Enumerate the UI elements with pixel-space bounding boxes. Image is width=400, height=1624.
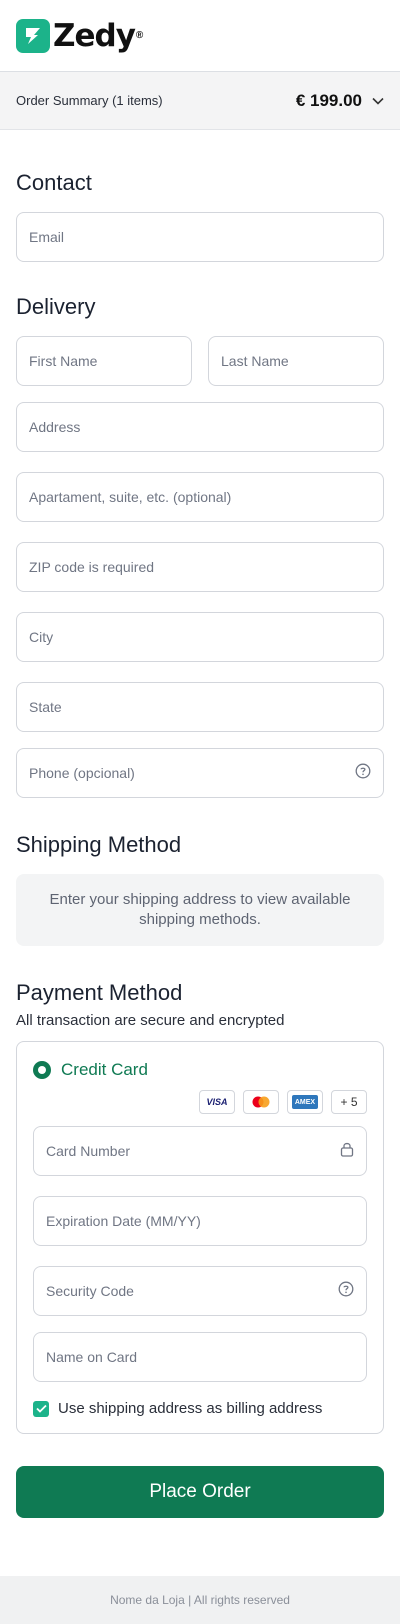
last-name-field[interactable]: Last Name: [208, 336, 384, 386]
billing-same-label: Use shipping address as billing address: [58, 1400, 323, 1417]
payment-security-note: All transaction are secure and encrypted: [16, 1012, 285, 1029]
security-code-placeholder: Security Code: [46, 1283, 134, 1299]
city-placeholder: City: [29, 629, 54, 645]
mastercard-icon: [243, 1090, 279, 1114]
email-placeholder: Email: [29, 229, 65, 245]
email-field[interactable]: Email: [16, 212, 384, 262]
checkout-form: Contact Email Delivery First Name Last N…: [0, 170, 400, 1518]
contact-title: Contact: [16, 170, 92, 195]
brand-name: Zedy: [53, 17, 136, 54]
more-brands-badge: + 5: [331, 1090, 367, 1114]
chevron-down-icon[interactable]: [372, 92, 384, 110]
zip-placeholder: ZIP code is required: [29, 559, 155, 575]
delivery-title: Delivery: [16, 294, 96, 319]
credit-card-option[interactable]: Credit Card: [33, 1060, 367, 1080]
amex-icon: AMEX: [287, 1090, 323, 1114]
card-number-placeholder: Card Number: [46, 1143, 131, 1159]
help-circle-icon[interactable]: [338, 1281, 354, 1302]
state-field[interactable]: State: [16, 682, 384, 732]
registered-mark: ®: [135, 29, 144, 41]
zedy-logo-icon: [16, 18, 50, 53]
first-name-field[interactable]: First Name: [16, 336, 192, 386]
visa-icon: VISA: [199, 1090, 235, 1114]
footer-text: Nome da Loja | All rights reserved: [110, 1593, 290, 1607]
apartment-placeholder: Apartament, suite, etc. (optional): [29, 489, 232, 505]
place-order-button[interactable]: Place Order: [16, 1466, 384, 1518]
card-number-field[interactable]: Card Number: [33, 1126, 367, 1176]
shipping-method-title: Shipping Method: [16, 832, 182, 857]
payment-method-title: Payment Method: [16, 980, 183, 1005]
zip-field[interactable]: ZIP code is required: [16, 542, 384, 592]
help-circle-icon[interactable]: [355, 763, 371, 784]
header: Zedy ®: [0, 0, 400, 72]
lock-icon: [340, 1141, 354, 1162]
order-summary-label: Order Summary (1 items): [16, 93, 163, 108]
city-field[interactable]: City: [16, 612, 384, 662]
billing-same-checkbox[interactable]: [33, 1400, 49, 1417]
footer: Nome da Loja | All rights reserved: [0, 1576, 400, 1624]
expiration-placeholder: Expiration Date (MM/YY): [46, 1213, 201, 1229]
address-placeholder: Address: [29, 419, 81, 435]
shipping-method-notice: Enter your shipping address to view avai…: [16, 874, 384, 946]
first-name-placeholder: First Name: [29, 353, 98, 369]
credit-card-label: Credit Card: [61, 1060, 148, 1079]
billing-same-option[interactable]: Use shipping address as billing address: [33, 1400, 367, 1417]
state-placeholder: State: [29, 699, 62, 715]
security-code-field[interactable]: Security Code: [33, 1266, 367, 1316]
address-field[interactable]: Address: [16, 402, 384, 452]
credit-card-radio[interactable]: [33, 1061, 51, 1079]
name-on-card-field[interactable]: Name on Card: [33, 1332, 367, 1382]
last-name-placeholder: Last Name: [221, 353, 289, 369]
brand-logo[interactable]: Zedy ®: [16, 18, 143, 54]
card-brands: VISA AMEX + 5: [33, 1090, 367, 1114]
apartment-field[interactable]: Apartament, suite, etc. (optional): [16, 472, 384, 522]
expiration-date-field[interactable]: Expiration Date (MM/YY): [33, 1196, 367, 1246]
payment-method-box: Credit Card VISA AMEX + 5 Card Number Ex…: [16, 1041, 384, 1434]
name-on-card-placeholder: Name on Card: [46, 1349, 138, 1365]
phone-field[interactable]: Phone (opcional): [16, 748, 384, 798]
shipping-method-message: Enter your shipping address to view avai…: [49, 891, 351, 928]
order-total: € 199.00: [295, 90, 362, 110]
phone-placeholder: Phone (opcional): [29, 765, 135, 781]
order-summary-bar[interactable]: Order Summary (1 items) € 199.00: [0, 72, 400, 130]
